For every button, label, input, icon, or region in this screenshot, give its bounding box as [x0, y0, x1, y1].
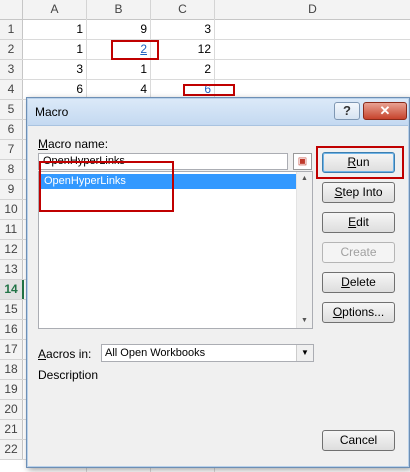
row-header-11[interactable]: 11 — [0, 220, 23, 240]
row-header-20[interactable]: 20 — [0, 400, 23, 420]
row-header-15[interactable]: 15 — [0, 300, 23, 320]
cell-c3[interactable]: 2 — [151, 60, 214, 79]
row-header-16[interactable]: 16 — [0, 320, 23, 340]
delete-button[interactable]: Delete — [322, 272, 395, 293]
row-header-5[interactable]: 5 — [0, 100, 23, 120]
dialog-title: Macro — [35, 105, 69, 119]
macro-name-label: Macro name: — [38, 137, 109, 151]
row-header-6[interactable]: 6 — [0, 120, 23, 140]
scroll-down-arrow-icon[interactable]: ▼ — [297, 314, 312, 328]
row-header-17[interactable]: 17 — [0, 340, 23, 360]
cancel-button[interactable]: Cancel — [322, 430, 395, 451]
cell-c2[interactable]: 12 — [151, 40, 214, 59]
column-header-b[interactable]: B — [87, 0, 151, 20]
vertical-scrollbar[interactable]: ▲ ▼ — [296, 172, 312, 328]
row-header-14[interactable]: 14 — [0, 280, 24, 300]
row-header-1[interactable]: 1 — [0, 20, 23, 40]
row-header-12[interactable]: 12 — [0, 240, 23, 260]
cell-a2[interactable]: 1 — [23, 40, 86, 59]
description-label: Description — [38, 368, 99, 382]
cell-c1[interactable]: 3 — [151, 20, 214, 39]
highlight-box-c4 — [183, 84, 235, 96]
column-header-c[interactable]: C — [151, 0, 215, 20]
step-into-button[interactable]: Step Into — [322, 182, 395, 203]
highlight-box-run — [316, 146, 404, 179]
macros-in-label: Aacros in: — [38, 347, 92, 361]
row-header-21[interactable]: 21 — [0, 420, 23, 440]
collapse-dialog-icon[interactable]: ▣ — [293, 153, 312, 170]
scroll-up-arrow-icon[interactable]: ▲ — [297, 172, 312, 186]
macro-dialog: Macro ? ✕ Macro name: OpenHyperLinks ▣ O… — [26, 97, 410, 468]
row-header-7[interactable]: 7 — [0, 140, 23, 160]
row-header-10[interactable]: 10 — [0, 200, 23, 220]
cell-b3[interactable]: 1 — [87, 60, 150, 79]
macros-in-select[interactable]: All Open Workbooks ▼ — [101, 344, 314, 362]
help-button[interactable]: ? — [334, 102, 360, 120]
column-header-a[interactable]: A — [23, 0, 87, 20]
select-all-corner[interactable] — [0, 0, 23, 20]
row-header-8[interactable]: 8 — [0, 160, 23, 180]
highlight-box-b2 — [111, 40, 159, 60]
row-header-13[interactable]: 13 — [0, 260, 23, 280]
close-button[interactable]: ✕ — [363, 102, 407, 120]
description-area — [38, 384, 313, 454]
cell-a1[interactable]: 1 — [23, 20, 86, 39]
cell-b1[interactable]: 9 — [87, 20, 150, 39]
edit-button[interactable]: Edit — [322, 212, 395, 233]
highlight-box-macro-list — [39, 161, 174, 212]
row-header-3[interactable]: 3 — [0, 60, 23, 80]
row-header-18[interactable]: 18 — [0, 360, 23, 380]
column-header-d[interactable]: D — [215, 0, 410, 20]
create-button: Create — [322, 242, 395, 263]
row-header-19[interactable]: 19 — [0, 380, 23, 400]
row-header-22[interactable]: 22 — [0, 440, 23, 460]
row-header-9[interactable]: 9 — [0, 180, 23, 200]
row-header-2[interactable]: 2 — [0, 40, 23, 60]
chevron-down-icon[interactable]: ▼ — [296, 345, 313, 361]
macros-in-value: All Open Workbooks — [105, 347, 206, 359]
row-header-4[interactable]: 4 — [0, 80, 23, 100]
dialog-titlebar[interactable]: Macro ? ✕ — [28, 99, 408, 126]
cell-a3[interactable]: 3 — [23, 60, 86, 79]
options-button[interactable]: Options... — [322, 302, 395, 323]
